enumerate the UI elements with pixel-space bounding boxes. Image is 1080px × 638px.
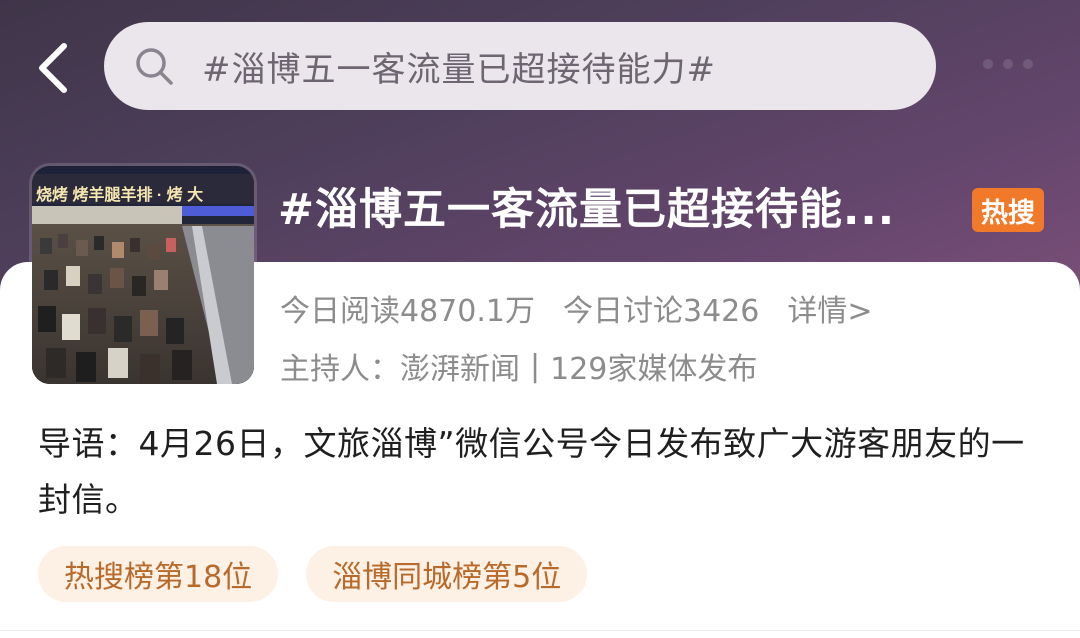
- chevron-left-icon: [39, 43, 67, 93]
- back-button[interactable]: [26, 38, 82, 98]
- topic-thumbnail[interactable]: 烧烤 烤羊腿羊排 · 烤 大: [32, 166, 254, 384]
- topic-stats: 今日阅读4870.1万 今日讨论3426 详情>: [280, 286, 872, 330]
- details-link[interactable]: 详情>: [787, 286, 872, 330]
- hot-search-rank-tag[interactable]: 热搜榜第18位: [38, 546, 279, 602]
- crowd-photo-image: 烧烤 烤羊腿羊排 · 烤 大: [32, 166, 254, 384]
- city-rank-tag[interactable]: 淄博同城榜第5位: [306, 546, 588, 602]
- host-name[interactable]: 主持人：澎湃新闻: [280, 344, 520, 388]
- hot-search-badge: 热搜: [972, 188, 1044, 232]
- divider: [0, 630, 1080, 631]
- media-count[interactable]: 129家媒体发布: [550, 344, 757, 388]
- search-query: #淄博五一客流量已超接待能力#: [202, 49, 716, 90]
- topic-intro: 导语：4月26日，文旅淄博”微信公号今日发布致广大游客朋友的一封信。: [38, 424, 1025, 519]
- discussion-count: 今日讨论3426: [562, 294, 760, 329]
- topic-title: #淄博五一客流量已超接待能...: [278, 185, 896, 235]
- ranking-tags: 热搜榜第18位 淄博同城榜第5位: [38, 546, 588, 602]
- host-info: 主持人：澎湃新闻 | 129家媒体发布: [280, 344, 757, 388]
- host-separator: |: [530, 348, 541, 384]
- more-options-icon[interactable]: [968, 52, 1048, 76]
- read-count: 今日阅读4870.1万: [280, 294, 535, 329]
- search-bar[interactable]: #淄博五一客流量已超接待能力#: [104, 22, 936, 110]
- search-icon: [132, 44, 176, 88]
- svg-text:烧烤 烤羊腿羊排 · 烤 大: 烧烤 烤羊腿羊排 · 烤 大: [36, 185, 203, 204]
